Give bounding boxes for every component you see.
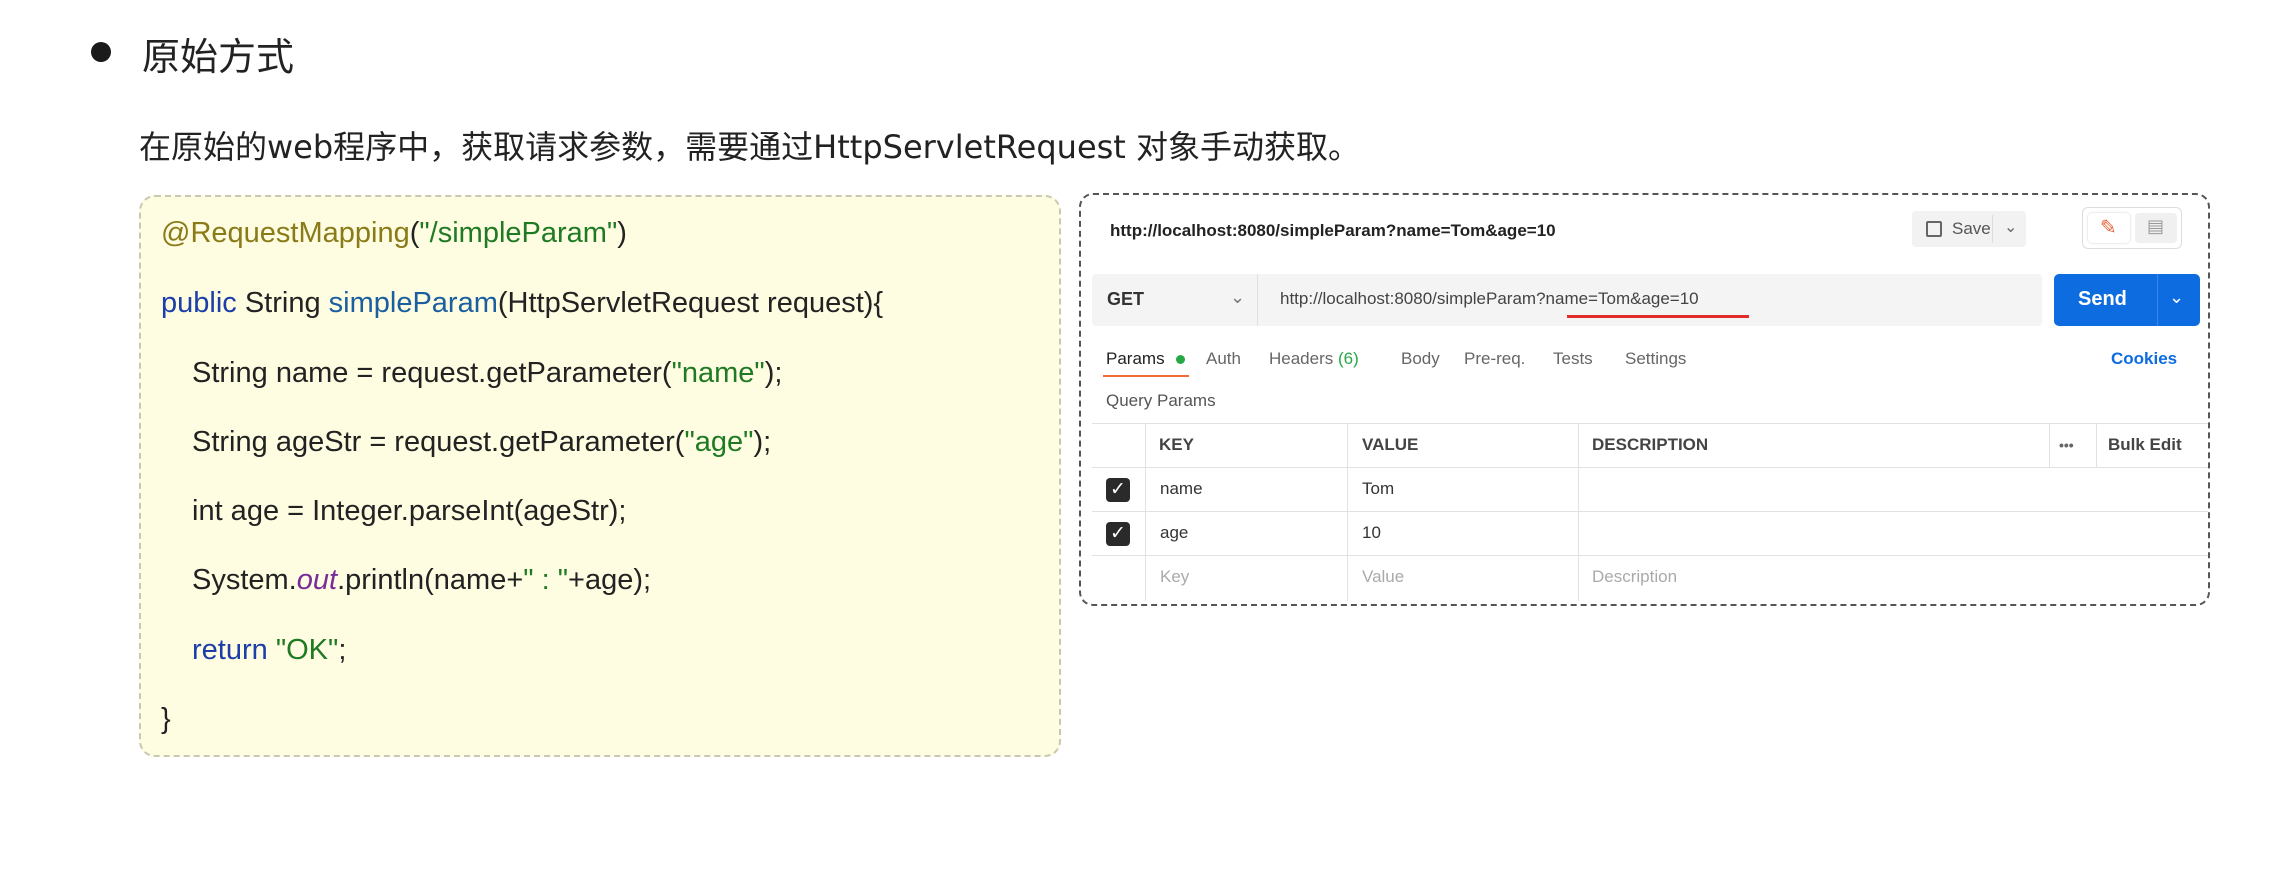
comment-icon: ▤ [2147, 216, 2165, 236]
code-token: +age); [568, 564, 652, 596]
code-snippet-panel: @RequestMapping("/simpleParam") public S… [139, 195, 1061, 757]
annotation-token: @RequestMapping [161, 217, 410, 249]
row-checkbox[interactable]: ✓ [1106, 522, 1130, 546]
send-button-label: Send [2078, 288, 2127, 310]
table-column-divider [1578, 423, 1579, 601]
save-button[interactable]: Save ⌄ [1912, 211, 2026, 247]
string-token: "age" [684, 426, 754, 458]
code-token: String [236, 287, 329, 319]
save-icon [1926, 221, 1942, 237]
param-key-cell[interactable]: name [1160, 479, 1203, 499]
field-token: out [296, 564, 338, 596]
url-input[interactable]: http://localhost:8080/simpleParam?name=T… [1280, 289, 1699, 309]
table-divider [1092, 467, 2208, 468]
code-token: ); [764, 357, 783, 389]
code-line-7: return "OK"; [192, 634, 346, 667]
code-line-8: } [161, 703, 171, 735]
tab-auth[interactable]: Auth [1206, 349, 1241, 369]
headers-count-badge: (6) [1338, 349, 1359, 368]
code-line-1: @RequestMapping("/simpleParam") [161, 217, 627, 250]
string-token: "name" [671, 357, 765, 389]
code-line-3: String name = request.getParameter("name… [192, 357, 782, 390]
string-token: "/simpleParam" [419, 217, 618, 249]
code-line-4: String ageStr = request.getParameter("ag… [192, 426, 771, 459]
code-token: String ageStr = request.getParameter( [192, 426, 685, 458]
edit-mode-button[interactable]: ✎ [2088, 213, 2130, 243]
new-value-input[interactable]: Value [1362, 567, 1404, 587]
bulk-edit-button[interactable]: Bulk Edit [2108, 435, 2182, 455]
active-tab-indicator [1103, 375, 1189, 377]
keyword-token: public [161, 287, 237, 319]
comment-mode-button[interactable]: ▤ [2135, 213, 2177, 243]
string-token: " : " [523, 564, 569, 596]
checkmark-icon: ✓ [1110, 523, 1126, 544]
tab-tests[interactable]: Tests [1553, 349, 1593, 369]
cookies-link[interactable]: Cookies [2111, 349, 2177, 369]
send-button[interactable]: Send ⌄ [2054, 274, 2200, 326]
column-header-value: VALUE [1362, 435, 1419, 454]
tab-headers[interactable]: Headers (6) [1269, 349, 1359, 369]
keyword-token: return [192, 634, 268, 666]
new-key-input[interactable]: Key [1160, 567, 1189, 587]
code-line-6: System.out.println(name+" : "+age); [192, 564, 651, 597]
more-options-icon[interactable]: ••• [2059, 437, 2074, 453]
code-token: System. [192, 564, 297, 596]
url-highlight-underline [1567, 315, 1749, 318]
tab-headers-label: Headers [1269, 349, 1334, 368]
save-divider [1992, 215, 1993, 243]
code-token: .println(name+ [337, 564, 524, 596]
tab-prereq[interactable]: Pre-req. [1464, 349, 1525, 369]
param-value-cell[interactable]: Tom [1362, 479, 1394, 499]
param-key-cell[interactable]: age [1160, 523, 1188, 543]
postman-request-panel: http://localhost:8080/simpleParam?name=T… [1079, 193, 2210, 606]
tab-params[interactable]: Params [1106, 349, 1165, 369]
code-line-2: public String simpleParam(HttpServletReq… [161, 287, 883, 320]
table-divider [1092, 555, 2208, 556]
method-name-token: simpleParam [328, 287, 498, 319]
table-column-divider [1145, 423, 1146, 601]
table-column-divider [1347, 423, 1348, 601]
view-mode-toggle: ✎ ▤ [2082, 207, 2182, 249]
bullet-dot-icon [91, 42, 111, 62]
request-title-url[interactable]: http://localhost:8080/simpleParam?name=T… [1110, 221, 1556, 241]
http-method-select[interactable]: GET [1107, 289, 1144, 310]
new-description-input[interactable]: Description [1592, 567, 1677, 587]
chevron-down-icon[interactable]: ⌄ [2169, 287, 2184, 308]
table-divider [1092, 511, 2208, 512]
code-token: ( [409, 217, 420, 249]
string-token: "OK" [267, 634, 339, 666]
table-column-divider [2049, 423, 2050, 467]
section-heading: 原始方式 [142, 35, 295, 79]
code-token: ); [753, 426, 772, 458]
param-value-cell[interactable]: 10 [1362, 523, 1381, 543]
code-token: ) [617, 217, 627, 249]
column-header-description: DESCRIPTION [1592, 435, 1709, 454]
code-token: ; [338, 634, 347, 666]
send-divider [2157, 274, 2158, 326]
column-header-key: KEY [1159, 435, 1194, 454]
section-description: 在原始的web程序中，获取请求参数，需要通过HttpServletRequest… [139, 128, 1361, 166]
request-url-bar: GET ⌄ http://localhost:8080/simpleParam?… [1092, 274, 2042, 326]
checkmark-icon: ✓ [1110, 479, 1126, 500]
status-dot-icon [1176, 355, 1185, 364]
code-token: String name = request.getParameter( [192, 357, 672, 389]
row-checkbox[interactable]: ✓ [1106, 478, 1130, 502]
query-params-title: Query Params [1106, 391, 1216, 410]
chevron-down-icon[interactable]: ⌄ [1230, 287, 1245, 308]
method-divider [1257, 274, 1258, 326]
pencil-icon: ✎ [2100, 217, 2117, 239]
code-token: (HttpServletRequest request){ [497, 287, 884, 319]
code-line-5: int age = Integer.parseInt(ageStr); [192, 495, 627, 527]
table-column-divider [2096, 423, 2097, 467]
table-divider [1092, 423, 2208, 424]
query-params-table: KEY VALUE DESCRIPTION ••• Bulk Edit ✓ na… [1092, 423, 2208, 601]
save-button-label: Save [1952, 219, 1991, 238]
chevron-down-icon[interactable]: ⌄ [2004, 217, 2017, 237]
tab-settings[interactable]: Settings [1625, 349, 1686, 369]
tab-body[interactable]: Body [1401, 349, 1440, 369]
